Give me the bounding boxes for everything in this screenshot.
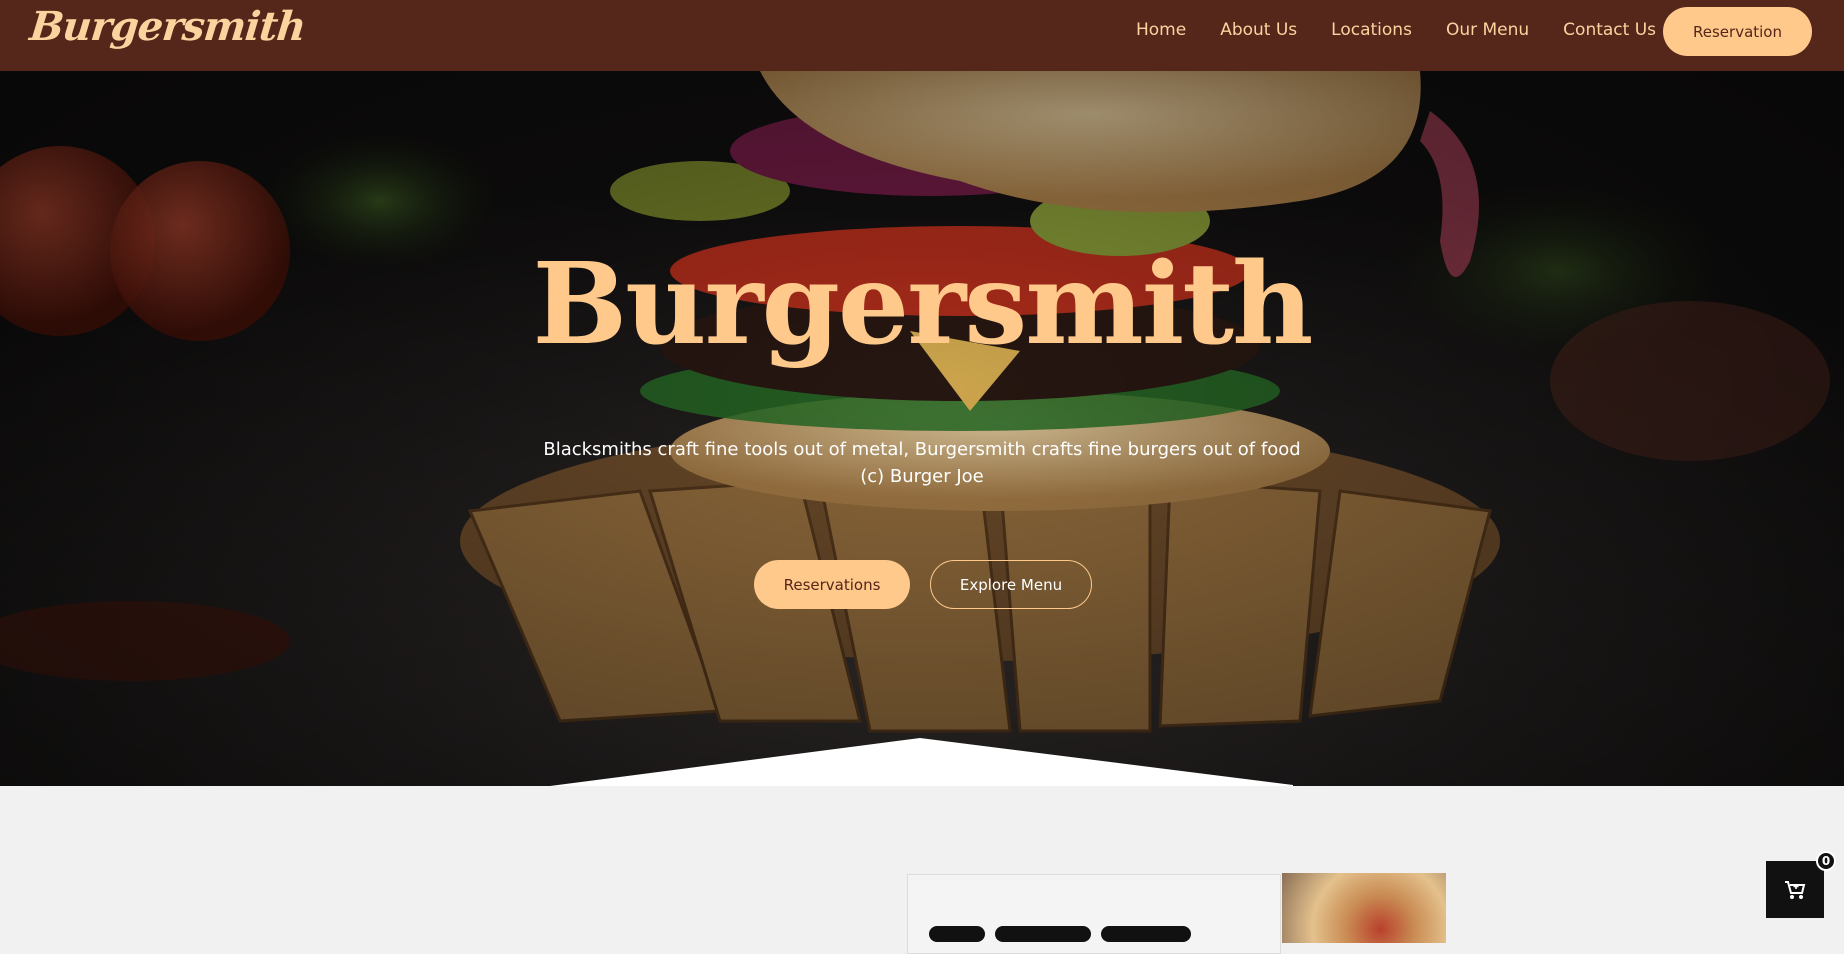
hero-dark-overlay <box>0 71 1844 786</box>
tag <box>929 926 985 942</box>
nav-link-contact-us[interactable]: Contact Us <box>1563 20 1656 40</box>
top-navbar: Burgersmith Home About Us Locations Our … <box>0 0 1844 71</box>
nav-link-locations[interactable]: Locations <box>1331 20 1412 40</box>
menu-item-card[interactable] <box>907 874 1281 954</box>
menu-item-image <box>1282 873 1446 943</box>
hero-title: Burgersmith <box>532 239 1314 370</box>
reservation-button[interactable]: Reservation <box>1663 7 1812 56</box>
menu-item-tags <box>929 926 1201 942</box>
explore-menu-button[interactable]: Explore Menu <box>930 560 1092 609</box>
tag <box>1101 926 1191 942</box>
hero-quote: Blacksmiths craft fine tools out of meta… <box>0 436 1844 490</box>
cart-count-badge: 0 <box>1816 851 1836 871</box>
hero-section: Burgersmith Blacksmiths craft fine tools… <box>0 71 1844 786</box>
nav-link-home[interactable]: Home <box>1136 20 1186 40</box>
reservations-button[interactable]: Reservations <box>754 560 910 609</box>
nav-link-about-us[interactable]: About Us <box>1220 20 1297 40</box>
nav-link-our-menu[interactable]: Our Menu <box>1446 20 1529 40</box>
cart-button[interactable] <box>1766 861 1824 918</box>
hero-quote-attribution: (c) Burger Joe <box>860 466 984 487</box>
main-nav: Home About Us Locations Our Menu Contact… <box>1136 20 1690 40</box>
hero-buttons: Reservations Explore Menu <box>754 560 1092 609</box>
cart-icon <box>1785 880 1806 899</box>
site-logo[interactable]: Burgersmith <box>28 3 308 50</box>
tag <box>995 926 1091 942</box>
hero-quote-text: Blacksmiths craft fine tools out of meta… <box>543 439 1301 460</box>
